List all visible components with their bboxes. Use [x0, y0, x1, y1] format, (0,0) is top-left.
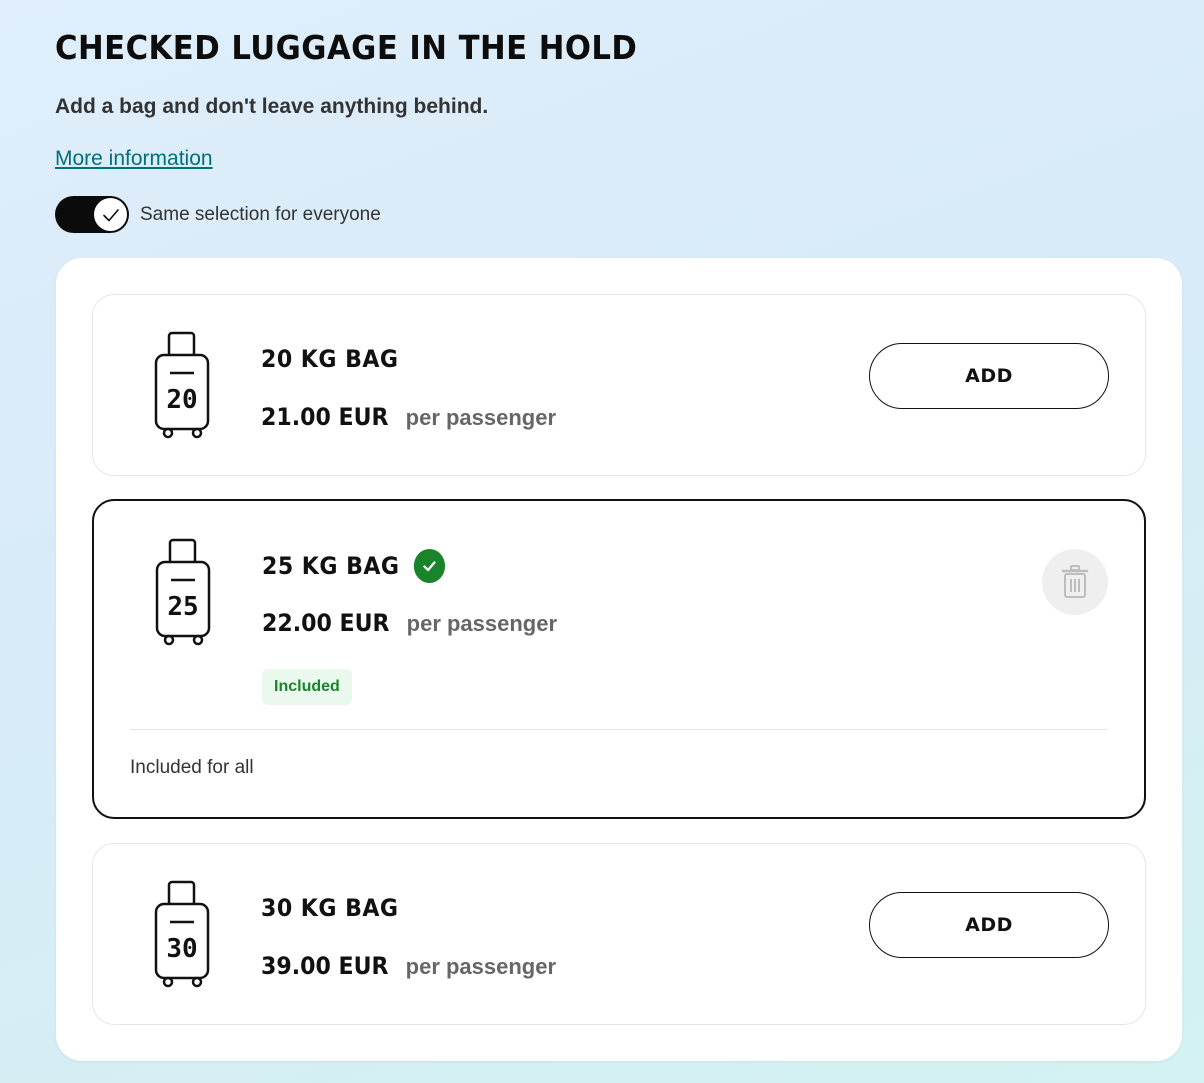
bag-option-20kg: 20 20 KG BAG 21.00 EUR per passenger ADD [92, 294, 1146, 476]
suitcase-icon: 20 [154, 331, 210, 439]
add-20kg-bag-button[interactable]: ADD [869, 343, 1109, 409]
same-selection-row: Same selection for everyone [55, 196, 381, 233]
bag-size-label: 20 [166, 385, 197, 415]
bag-size-label: 30 [166, 934, 197, 964]
price-unit: per passenger [405, 954, 557, 979]
trash-icon [1061, 565, 1089, 598]
page-title: CHECKED LUGGAGE IN THE HOLD [55, 28, 638, 67]
page-subtitle: Add a bag and don't leave anything behin… [55, 95, 489, 118]
bag-name: 20 KG BAG [261, 345, 399, 373]
same-selection-toggle[interactable] [55, 196, 129, 233]
price-unit: per passenger [405, 405, 557, 430]
included-for-all-text: Included for all [130, 757, 254, 778]
luggage-options-card: 20 20 KG BAG 21.00 EUR per passenger ADD… [56, 258, 1182, 1061]
bag-name: 25 KG BAG [262, 552, 400, 580]
suitcase-icon: 25 [155, 538, 211, 646]
price-row: 39.00 EUR per passenger [261, 952, 556, 980]
bag-price: 22.00 EUR [262, 609, 390, 637]
remove-bag-button[interactable] [1042, 549, 1108, 615]
selected-check-icon [414, 549, 446, 583]
bag-name-row: 25 KG BAG [262, 549, 446, 583]
divider [130, 729, 1108, 730]
more-information-link[interactable]: More information [55, 147, 213, 171]
bag-option-25kg: 25 25 KG BAG 22.00 EUR per passenger Inc… [92, 499, 1146, 819]
header: CHECKED LUGGAGE IN THE HOLD Add a bag an… [55, 28, 1155, 171]
bag-option-30kg: 30 30 KG BAG 39.00 EUR per passenger ADD [92, 843, 1146, 1025]
checkmark-icon [102, 208, 119, 221]
suitcase-icon: 30 [154, 880, 210, 988]
toggle-knob [94, 198, 127, 231]
toggle-label: Same selection for everyone [140, 203, 381, 225]
bag-price: 39.00 EUR [261, 952, 389, 980]
price-unit: per passenger [406, 611, 558, 636]
price-row: 22.00 EUR per passenger [262, 609, 557, 637]
bag-price: 21.00 EUR [261, 403, 389, 431]
bag-size-label: 25 [167, 592, 198, 622]
included-badge: Included [262, 669, 352, 705]
add-30kg-bag-button[interactable]: ADD [869, 892, 1109, 958]
bag-name: 30 KG BAG [261, 894, 399, 922]
price-row: 21.00 EUR per passenger [261, 403, 556, 431]
